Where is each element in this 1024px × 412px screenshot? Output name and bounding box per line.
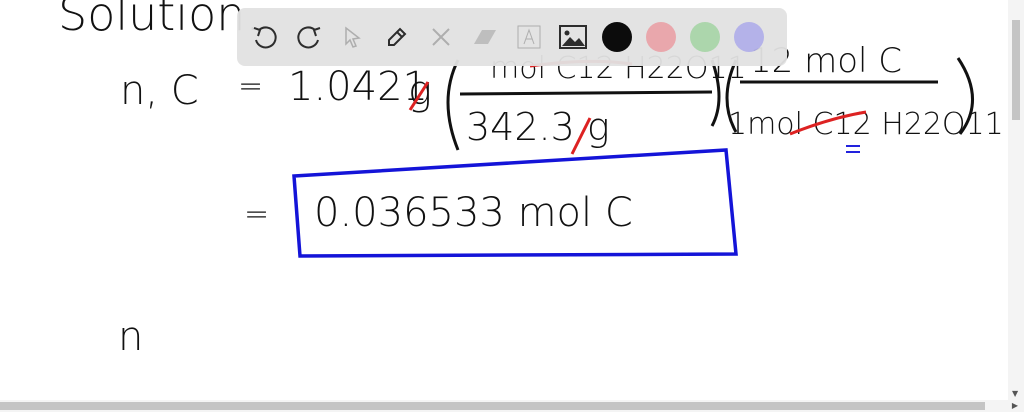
line1-lhs: n, C (120, 68, 199, 114)
paren (446, 59, 460, 151)
color-purple[interactable] (731, 19, 767, 55)
horizontal-scrollbar[interactable]: ▶ (0, 400, 1024, 412)
equals-2: = (244, 197, 269, 232)
color-black[interactable] (599, 19, 635, 55)
select-icon[interactable] (335, 19, 371, 55)
result-value: 0.036533 mol C (314, 190, 633, 236)
fraction-bar (459, 90, 713, 96)
color-green[interactable] (687, 19, 723, 55)
heading: Solution. (58, 0, 260, 41)
equals-1: = (238, 69, 263, 104)
color-red[interactable] (643, 19, 679, 55)
eraser-icon[interactable] (467, 19, 503, 55)
text-icon[interactable] (511, 19, 547, 55)
vertical-scrollbar[interactable]: ▼ (1008, 0, 1024, 400)
vertical-scroll-thumb[interactable] (1012, 20, 1020, 120)
mass-value: 1.0421 (288, 64, 428, 110)
frac1-denominator: 342.3 g (466, 105, 610, 149)
pen-icon[interactable] (379, 19, 415, 55)
undo-icon[interactable] (247, 19, 283, 55)
image-icon[interactable] (555, 19, 591, 55)
drawing-toolbar (237, 8, 787, 66)
scroll-right-icon[interactable]: ▶ (1012, 401, 1018, 410)
horizontal-scroll-thumb[interactable] (0, 402, 985, 410)
tools-icon[interactable] (423, 19, 459, 55)
line3-text: n (118, 314, 143, 360)
scroll-down-icon[interactable]: ▼ (1012, 389, 1018, 398)
redo-icon[interactable] (291, 19, 327, 55)
